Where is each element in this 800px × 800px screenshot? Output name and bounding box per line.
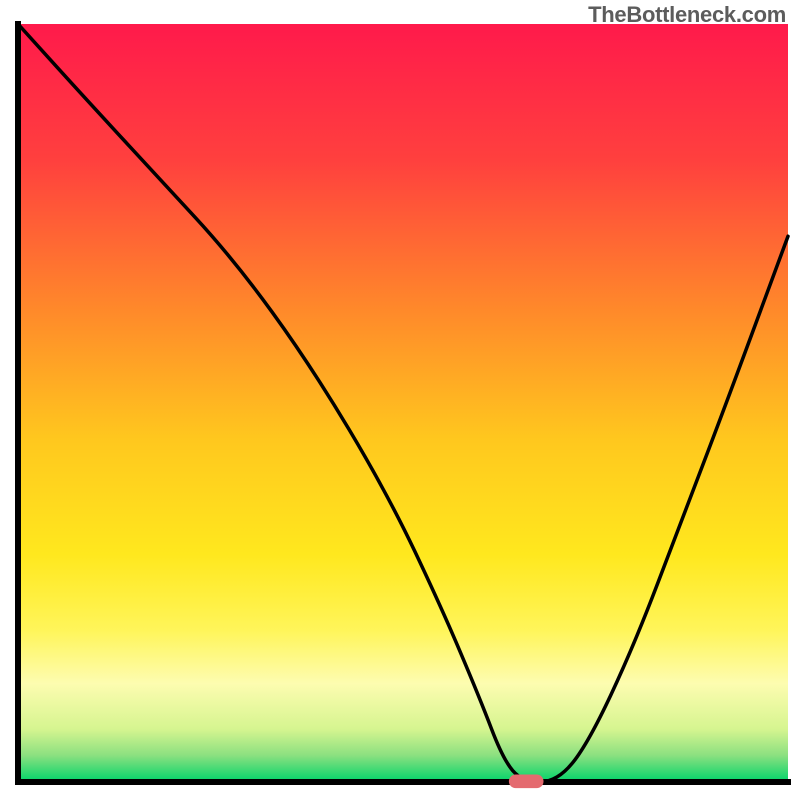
chart-frame: TheBottleneck.com xyxy=(0,0,800,800)
optimal-marker xyxy=(509,774,544,788)
bottleneck-chart xyxy=(0,0,800,800)
plot-background xyxy=(18,24,788,782)
